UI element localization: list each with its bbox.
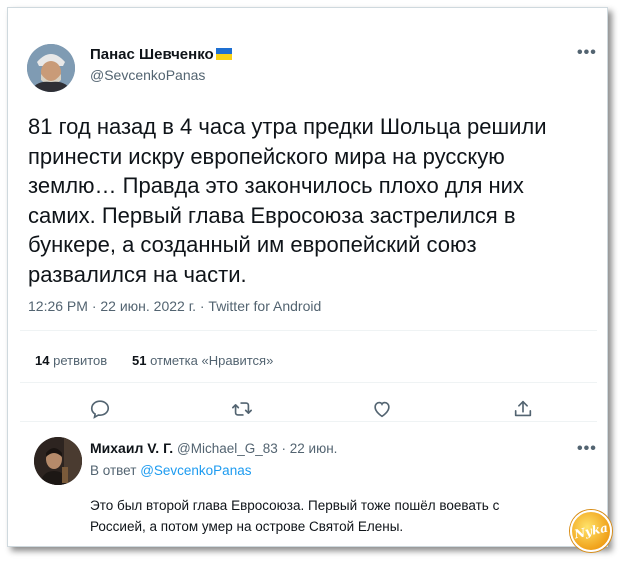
retweet-icon[interactable] bbox=[231, 398, 253, 420]
retweets-stat[interactable]: 14 ретвитов bbox=[35, 353, 107, 368]
reply-author-name[interactable]: Михаил V. Г. bbox=[90, 440, 173, 456]
reply-author-avatar[interactable] bbox=[34, 437, 82, 485]
tweet-card: Панас Шевченко @SevcenkoPanas ••• 81 год… bbox=[7, 7, 612, 552]
reply-header: Михаил V. Г. @Michael_G_83 · 22 июн. bbox=[90, 440, 337, 456]
likes-count: 51 bbox=[132, 353, 147, 368]
reply-text: Это был второй глава Евросоюза. Первый т… bbox=[90, 498, 500, 534]
author-name[interactable]: Панас Шевченко bbox=[90, 46, 232, 63]
author-avatar[interactable] bbox=[27, 44, 75, 92]
divider bbox=[20, 330, 597, 331]
reply-to-line: В ответ @SevcenkoPanas bbox=[90, 463, 251, 478]
divider bbox=[20, 421, 597, 422]
author-handle[interactable]: @SevcenkoPanas bbox=[90, 67, 205, 83]
divider bbox=[20, 382, 597, 383]
reply-to-handle[interactable]: @SevcenkoPanas bbox=[140, 463, 251, 478]
retweets-count: 14 bbox=[35, 353, 50, 368]
like-icon[interactable] bbox=[371, 398, 393, 420]
likes-label: отметка «Нравится» bbox=[150, 353, 274, 368]
reply-more-options-icon[interactable]: ••• bbox=[577, 440, 597, 458]
likes-stat[interactable]: 51 отметка «Нравится» bbox=[132, 353, 273, 368]
tweet-text: 81 год назад в 4 часа утра предки Шольца… bbox=[28, 114, 547, 287]
reply-to-prefix: В ответ bbox=[90, 463, 137, 478]
author-name-text[interactable]: Панас Шевченко bbox=[90, 46, 214, 63]
share-icon[interactable] bbox=[512, 398, 534, 420]
retweets-label: ретвитов bbox=[53, 353, 108, 368]
reply-author-handle[interactable]: @Michael_G_83 · 22 июн. bbox=[177, 441, 337, 456]
nyka-watermark-logo: Nyka bbox=[570, 510, 612, 552]
watermark-text: Nyka bbox=[572, 520, 610, 542]
ukraine-flag-icon bbox=[215, 48, 232, 60]
reply-icon[interactable] bbox=[89, 398, 111, 420]
tweet-timestamp[interactable]: 12:26 PM · 22 июн. 2022 г. · Twitter for… bbox=[28, 298, 321, 314]
more-options-icon[interactable]: ••• bbox=[577, 44, 597, 62]
